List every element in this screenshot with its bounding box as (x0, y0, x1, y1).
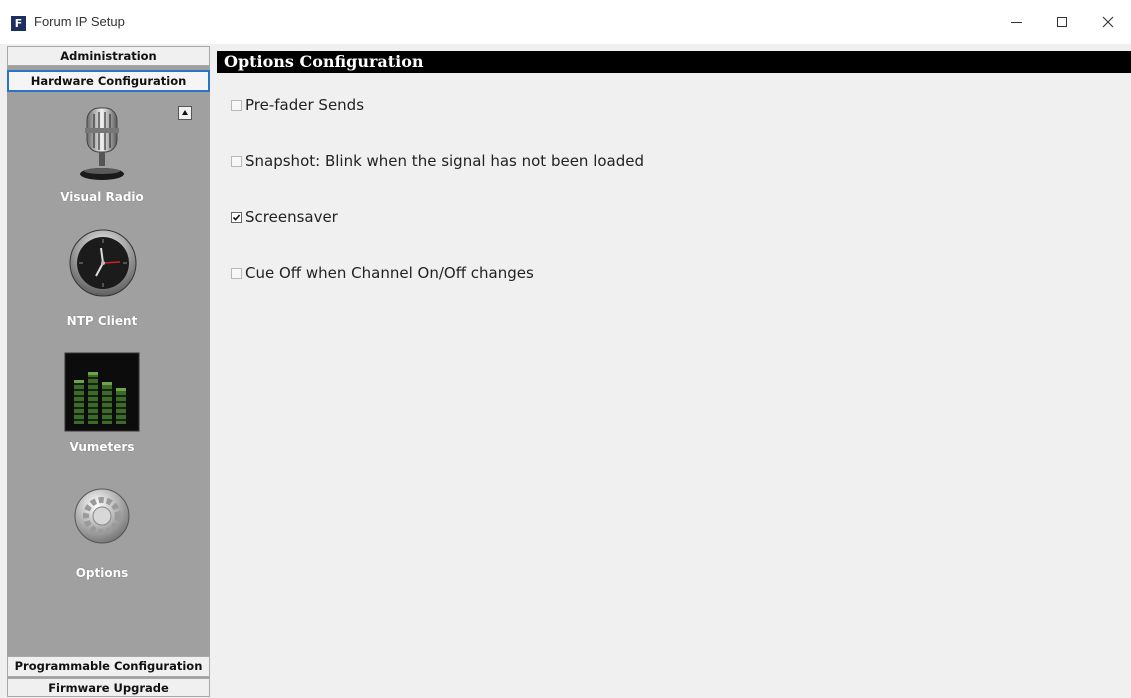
microphone-icon (80, 107, 124, 180)
window-title: Forum IP Setup (34, 14, 125, 29)
checkbox[interactable] (231, 99, 242, 111)
nav-label: Options (75, 566, 129, 580)
option-label: Snapshot: Blink when the signal has not … (245, 152, 645, 170)
nav-item-ntp-client[interactable]: NTP Client (7, 228, 197, 338)
option-label: Screensaver (245, 208, 338, 226)
option-screensaver[interactable]: Screensaver (231, 208, 338, 226)
option-cue-off[interactable]: Cue Off when Channel On/Off changes (231, 264, 534, 282)
clock-icon (69, 229, 137, 297)
sidebar: Administration Hardware Configuration Vi… (7, 46, 210, 697)
gear-icon (74, 488, 130, 544)
checkmark-icon (232, 213, 241, 221)
section-administration[interactable]: Administration (7, 46, 210, 66)
close-button[interactable] (1085, 0, 1131, 44)
nav-label: NTP Client (66, 314, 138, 328)
option-pre-fader-sends[interactable]: Pre-fader Sends (231, 96, 364, 114)
maximize-button[interactable] (1039, 0, 1085, 44)
section-firmware-upgrade[interactable]: Firmware Upgrade (7, 678, 210, 697)
section-programmable-configuration[interactable]: Programmable Configuration (7, 656, 210, 677)
nav-label: Vumeters (69, 440, 135, 454)
page-title: Options Configuration (217, 51, 1131, 73)
checkbox-checked[interactable] (231, 211, 242, 223)
option-label: Cue Off when Channel On/Off changes (245, 264, 534, 282)
close-icon (1102, 16, 1114, 28)
nav-item-vumeters[interactable]: Vumeters (7, 352, 197, 462)
app-icon: F (11, 16, 26, 31)
minimize-button[interactable] (993, 0, 1039, 44)
vumeter-icon (64, 352, 140, 432)
minimize-icon (1010, 21, 1022, 23)
option-snapshot-blink[interactable]: Snapshot: Blink when the signal has not … (231, 152, 644, 170)
checkbox[interactable] (231, 155, 242, 167)
nav-item-options[interactable]: Options (7, 486, 197, 586)
section-hardware-configuration[interactable]: Hardware Configuration (7, 70, 210, 92)
checkbox[interactable] (231, 267, 242, 279)
title-bar: F Forum IP Setup (0, 0, 1131, 44)
nav-item-visual-radio[interactable]: Visual Radio (7, 104, 197, 214)
nav-label: Visual Radio (60, 190, 144, 204)
maximize-icon (1057, 17, 1067, 27)
option-label: Pre-fader Sends (245, 96, 365, 114)
main-panel: Options Configuration Pre-fader Sends Sn… (217, 46, 1131, 697)
